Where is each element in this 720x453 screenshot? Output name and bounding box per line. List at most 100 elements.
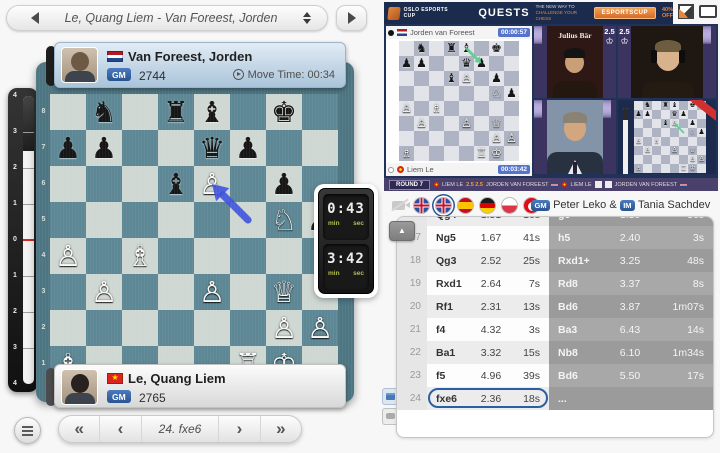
black-time[interactable]: 48s <box>659 255 713 267</box>
square-f6[interactable] <box>230 166 266 202</box>
white-move[interactable]: f5 <box>427 370 471 382</box>
black-move[interactable]: Rd8 <box>549 278 601 290</box>
square-e8[interactable] <box>194 94 230 130</box>
white-time[interactable]: 13s <box>511 301 549 313</box>
last-move-button[interactable]: » <box>261 416 301 442</box>
player-card-top[interactable]: Van Foreest, Jorden GM 2744 Move Time: 0… <box>54 42 346 88</box>
black-move[interactable]: Bd6 <box>549 301 601 313</box>
square-a2[interactable] <box>50 310 86 346</box>
move-row-17[interactable]: 17Ng51.6741sh52.403s <box>397 226 713 249</box>
black-eval[interactable]: 3.25 <box>601 255 659 267</box>
square-e2[interactable] <box>194 310 230 346</box>
move-row-21[interactable]: 21f44.323sBa36.4314s <box>397 318 713 341</box>
white-eval[interactable]: 1.67 <box>471 232 511 244</box>
white-eval[interactable]: 2.31 <box>471 301 511 313</box>
black-half[interactable]: g61.1036s <box>549 216 713 226</box>
square-g5[interactable] <box>266 202 302 238</box>
square-b5[interactable] <box>86 202 122 238</box>
square-d2[interactable] <box>158 310 194 346</box>
square-c8[interactable] <box>122 94 158 130</box>
game-spinner[interactable] <box>303 12 311 24</box>
white-time[interactable]: 16s <box>511 216 549 221</box>
white-time[interactable]: 3s <box>511 324 549 336</box>
square-d4[interactable] <box>158 238 194 274</box>
square-d5[interactable] <box>158 202 194 238</box>
square-f8[interactable] <box>230 94 266 130</box>
video-stream[interactable]: Jorden van Foreest 00:00:57 ♞♜♝♚♟♟♛♟♝♙♟♘… <box>384 24 718 191</box>
move-number[interactable]: 20 <box>397 295 427 318</box>
black-half[interactable]: Rd83.378s <box>549 272 713 295</box>
black-half[interactable]: Nb86.101m34s <box>549 341 713 364</box>
square-c7[interactable] <box>122 130 158 166</box>
white-move[interactable]: Qg3 <box>427 255 471 267</box>
next-move-button[interactable]: › <box>219 416 260 442</box>
square-a8[interactable] <box>50 94 86 130</box>
menu-button[interactable] <box>14 417 41 444</box>
next-game-button[interactable] <box>336 5 367 31</box>
black-half[interactable]: Bd63.871m07s <box>549 295 713 318</box>
square-e4[interactable] <box>194 238 230 274</box>
square-f4[interactable] <box>230 238 266 274</box>
language-flag-uk[interactable] <box>435 197 452 214</box>
move-number[interactable]: 23 <box>397 364 427 387</box>
square-g8[interactable] <box>266 94 302 130</box>
move-number[interactable]: 18 <box>397 249 427 272</box>
white-eval[interactable]: 3.32 <box>471 347 511 359</box>
square-c5[interactable] <box>122 202 158 238</box>
esportscup-button[interactable]: ESPORTSCUP <box>594 7 656 19</box>
black-move[interactable]: ... <box>549 393 601 405</box>
player-card-bottom[interactable]: Le, Quang Liem GM 2765 <box>54 364 346 408</box>
square-f7[interactable] <box>230 130 266 166</box>
white-move[interactable]: fxe6 <box>427 393 471 405</box>
square-a7[interactable] <box>50 130 86 166</box>
square-b4[interactable] <box>86 238 122 274</box>
square-d6[interactable] <box>158 166 194 202</box>
black-time[interactable]: 14s <box>659 324 713 336</box>
square-c3[interactable] <box>122 274 158 310</box>
square-a4[interactable] <box>50 238 86 274</box>
black-half[interactable]: ... <box>549 387 713 410</box>
black-time[interactable]: 1m34s <box>659 347 713 359</box>
square-f3[interactable] <box>230 274 266 310</box>
black-half[interactable]: h52.403s <box>549 226 713 249</box>
black-eval[interactable]: 2.40 <box>601 232 659 244</box>
square-f2[interactable] <box>230 310 266 346</box>
square-b2[interactable] <box>86 310 122 346</box>
scroll-up-button[interactable]: ▲ <box>389 221 415 241</box>
white-eval[interactable]: 4.32 <box>471 324 511 336</box>
white-eval[interactable]: 2.52 <box>471 255 511 267</box>
previous-game-icon[interactable] <box>31 12 39 24</box>
white-time[interactable]: 39s <box>511 370 549 382</box>
black-move[interactable]: Nb8 <box>549 347 601 359</box>
move-number[interactable]: 19 <box>397 272 427 295</box>
square-g2[interactable] <box>266 310 302 346</box>
square-g4[interactable] <box>266 238 302 274</box>
black-move[interactable]: g6 <box>549 216 601 221</box>
first-move-button[interactable]: « <box>59 416 100 442</box>
language-flag-es[interactable] <box>457 197 474 214</box>
theater-mode-icon[interactable] <box>699 5 717 18</box>
square-g3[interactable] <box>266 274 302 310</box>
black-eval[interactable]: 1.10 <box>601 216 659 221</box>
move-row-19[interactable]: 19Rxd12.647sRd83.378s <box>397 272 713 295</box>
square-g6[interactable] <box>266 166 302 202</box>
square-b3[interactable] <box>86 274 122 310</box>
move-row-16[interactable]: 16Qg41.5116sg61.1036s <box>397 216 713 226</box>
black-eval[interactable]: 6.10 <box>601 347 659 359</box>
white-eval[interactable]: 4.96 <box>471 370 511 382</box>
black-half[interactable]: Rxd1+3.2548s <box>549 249 713 272</box>
language-flag-pl[interactable] <box>501 197 518 214</box>
square-f5[interactable] <box>230 202 266 238</box>
black-time[interactable]: 8s <box>659 278 713 290</box>
black-eval[interactable]: 3.87 <box>601 301 659 313</box>
move-row-18[interactable]: 18Qg32.5225sRxd1+3.2548s <box>397 249 713 272</box>
white-eval[interactable]: 2.36 <box>471 393 511 405</box>
square-g7[interactable] <box>266 130 302 166</box>
move-row-20[interactable]: 20Rf12.3113sBd63.871m07s <box>397 295 713 318</box>
square-e3[interactable] <box>194 274 230 310</box>
square-d7[interactable] <box>158 130 194 166</box>
white-time[interactable]: 15s <box>511 347 549 359</box>
square-h7[interactable] <box>302 130 338 166</box>
move-number[interactable]: 24 <box>397 387 427 410</box>
white-move[interactable]: f4 <box>427 324 471 336</box>
